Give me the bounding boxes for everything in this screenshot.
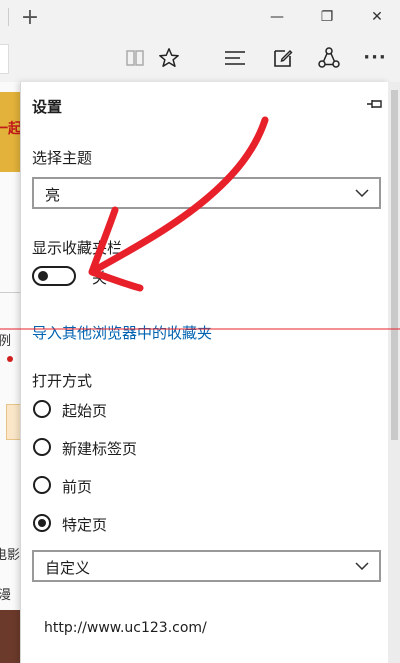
import-favorites-link[interactable]: 导入其他浏览器中的收藏夹 [32, 322, 212, 343]
radio-new-tab-page[interactable] [33, 438, 51, 456]
text-fragment: 例 [0, 334, 12, 349]
ad-box [6, 404, 20, 440]
hub-icon[interactable] [222, 46, 248, 70]
favorites-star-icon[interactable] [156, 46, 182, 70]
red-dot [7, 356, 13, 362]
chevron-down-icon [354, 560, 370, 572]
theme-label: 选择主题 [32, 149, 93, 167]
tab-close-edge [0, 8, 9, 26]
restore-button[interactable]: ❐ [312, 4, 342, 30]
close-button[interactable]: ✕ [362, 4, 392, 30]
toggle-knob [38, 271, 48, 281]
specific-page-select[interactable]: 自定义 [32, 550, 381, 582]
specific-page-select-value: 自定义 [45, 559, 91, 577]
radio-previous-page[interactable] [33, 476, 51, 494]
share-icon[interactable] [316, 46, 342, 70]
radio-specific-page-label: 特定页 [62, 516, 108, 534]
scrollbar-thumb[interactable] [391, 90, 398, 440]
radio-specific-page[interactable] [33, 514, 51, 532]
text-fragment: 漫 [0, 588, 12, 603]
radio-previous-page-label: 前页 [62, 478, 93, 496]
image-fragment [0, 610, 20, 663]
title-bar: + — ❐ ✕ [0, 0, 400, 34]
settings-title: 设置 [32, 98, 63, 116]
reading-view-icon[interactable] [123, 46, 147, 70]
more-icon[interactable]: ··· [360, 44, 390, 70]
address-bar-edge[interactable] [0, 44, 9, 74]
favorites-bar-label: 显示收藏夹栏 [32, 239, 123, 257]
new-tab-button[interactable]: + [18, 4, 42, 30]
specific-page-url[interactable]: http://www.uc123.com/ [44, 620, 207, 636]
favorites-bar-toggle[interactable] [32, 266, 76, 286]
background-page: 一起 例 电影 漫 [0, 82, 20, 663]
open-with-label: 打开方式 [32, 372, 93, 390]
text-fragment: 电影 [0, 548, 20, 563]
browser-toolbar: ··· [0, 34, 400, 83]
radio-new-tab-page-label: 新建标签页 [62, 440, 138, 458]
favorites-bar-state: 关 [92, 269, 108, 287]
pin-icon[interactable] [364, 94, 386, 114]
radio-start-page[interactable] [33, 400, 51, 418]
separator [0, 292, 20, 293]
web-note-icon[interactable] [270, 46, 296, 70]
radio-start-page-label: 起始页 [62, 402, 108, 420]
minimize-button[interactable]: — [262, 4, 292, 30]
theme-select[interactable]: 亮 [32, 177, 381, 209]
chevron-down-icon [354, 187, 370, 199]
banner-text: 一起 [0, 121, 20, 137]
theme-select-value: 亮 [45, 186, 61, 204]
